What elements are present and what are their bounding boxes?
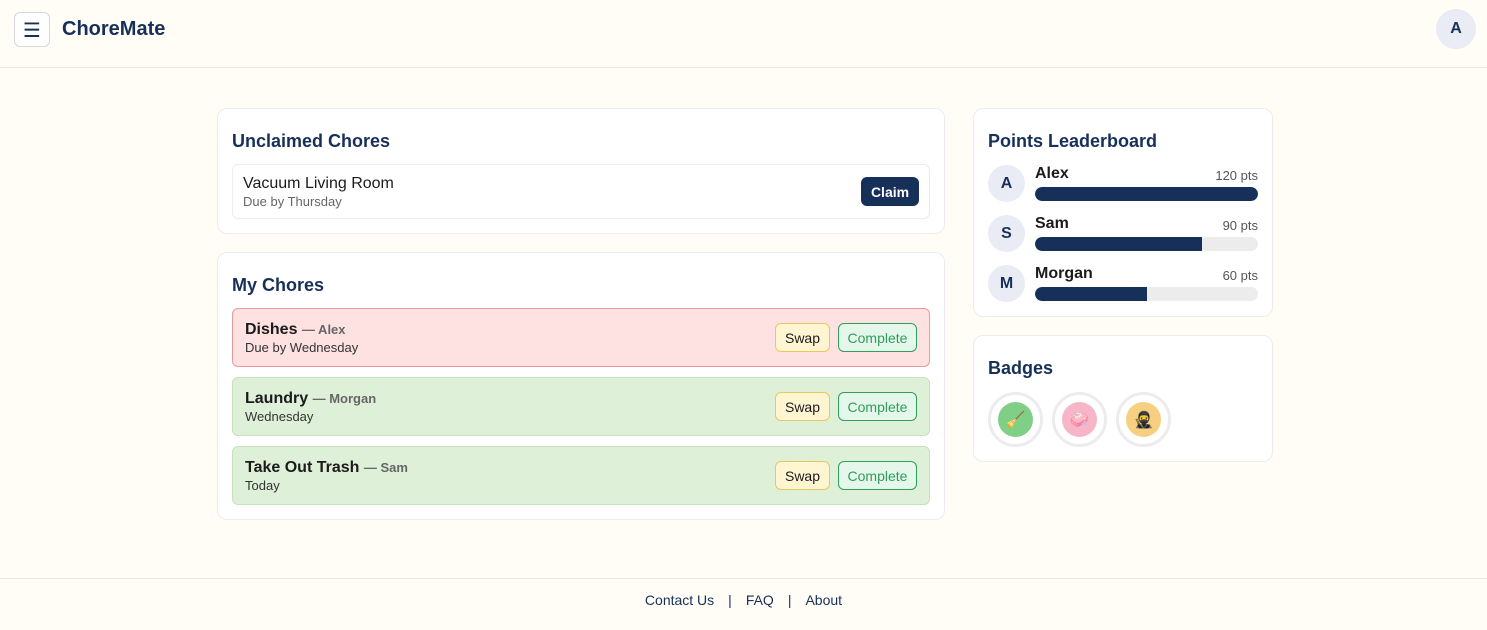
- points-progress-fill: [1035, 187, 1258, 201]
- ninja-badge[interactable]: 🥷: [1116, 392, 1171, 447]
- footer-separator: |: [787, 592, 792, 608]
- broom-icon: 🧹: [998, 402, 1033, 437]
- points-progress-bar: [1035, 287, 1258, 301]
- chore-assignee: — Alex: [301, 322, 346, 337]
- chore-name: Take Out Trash — Sam: [245, 459, 408, 476]
- leaderboard-row: S Sam 90 pts: [988, 215, 1258, 255]
- claim-button[interactable]: Claim: [861, 177, 919, 206]
- leaderboard-name: Alex: [1035, 165, 1069, 182]
- ninja-icon: 🥷: [1126, 402, 1161, 437]
- chore-due: Wednesday: [245, 409, 314, 424]
- chore-item-take-out-trash: Take Out Trash — Sam Today Swap Complete: [232, 446, 930, 505]
- chore-name: Dishes — Alex: [245, 321, 346, 338]
- unclaimed-chore-item: Vacuum Living Room Due by Thursday Claim: [232, 164, 930, 219]
- chore-due: Due by Wednesday: [245, 340, 359, 355]
- broom-badge[interactable]: 🧹: [988, 392, 1043, 447]
- footer-separator: |: [728, 592, 732, 608]
- leaderboard-points: 60 pts: [1222, 268, 1258, 283]
- avatar: M: [988, 265, 1025, 302]
- leaderboard-name: Morgan: [1035, 265, 1093, 282]
- badges-card: Badges 🧹 🧼 🥷: [973, 335, 1273, 462]
- chore-name: Laundry — Morgan: [245, 390, 377, 407]
- leaderboard-name: Sam: [1035, 215, 1069, 232]
- sparkle-icon: 🧼: [1062, 402, 1097, 437]
- swap-button[interactable]: Swap: [775, 392, 830, 421]
- unclaimed-chores-title: Unclaimed Chores: [232, 131, 391, 151]
- points-progress-bar: [1035, 237, 1258, 251]
- app-header: ☰ ChoreMate A: [0, 0, 1487, 68]
- user-avatar[interactable]: A: [1436, 9, 1476, 49]
- points-progress-fill: [1035, 287, 1147, 301]
- chore-name: Vacuum Living Room: [243, 175, 394, 192]
- complete-button[interactable]: Complete: [838, 392, 917, 421]
- unclaimed-chores-card: Unclaimed Chores Vacuum Living Room Due …: [217, 108, 945, 234]
- my-chores-title: My Chores: [232, 275, 325, 295]
- my-chores-card: My Chores Dishes — Alex Due by Wednesday…: [217, 252, 945, 520]
- swap-button[interactable]: Swap: [775, 461, 830, 490]
- swap-button[interactable]: Swap: [775, 323, 830, 352]
- chore-due: Today: [245, 478, 280, 493]
- avatar: A: [988, 165, 1025, 202]
- faq-link[interactable]: FAQ: [746, 592, 774, 608]
- complete-button[interactable]: Complete: [838, 323, 917, 352]
- app-footer: Contact Us | FAQ | About: [0, 578, 1487, 630]
- points-progress-bar: [1035, 187, 1258, 201]
- leaderboard-title: Points Leaderboard: [988, 131, 1158, 151]
- leaderboard-points: 120 pts: [1215, 168, 1258, 183]
- app-title: ChoreMate: [62, 18, 166, 40]
- avatar: S: [988, 215, 1025, 252]
- leaderboard-row: A Alex 120 pts: [988, 165, 1258, 205]
- contact-us-link[interactable]: Contact Us: [645, 592, 714, 608]
- chore-assignee: — Morgan: [312, 391, 377, 406]
- points-leaderboard-card: Points Leaderboard A Alex 120 pts S Sam …: [973, 108, 1273, 317]
- leaderboard-row: M Morgan 60 pts: [988, 265, 1258, 305]
- leaderboard-points: 90 pts: [1222, 218, 1258, 233]
- menu-icon[interactable]: ☰: [14, 12, 50, 47]
- chore-due: Due by Thursday: [243, 194, 342, 209]
- points-progress-fill: [1035, 237, 1203, 251]
- sparkle-badge[interactable]: 🧼: [1052, 392, 1107, 447]
- footer-links: Contact Us | FAQ | About: [0, 592, 1487, 608]
- badges-title: Badges: [988, 358, 1054, 378]
- chore-item-laundry: Laundry — Morgan Wednesday Swap Complete: [232, 377, 930, 436]
- complete-button[interactable]: Complete: [838, 461, 917, 490]
- chore-item-dishes: Dishes — Alex Due by Wednesday Swap Comp…: [232, 308, 930, 367]
- chore-assignee: — Sam: [363, 460, 408, 475]
- about-link[interactable]: About: [805, 592, 842, 608]
